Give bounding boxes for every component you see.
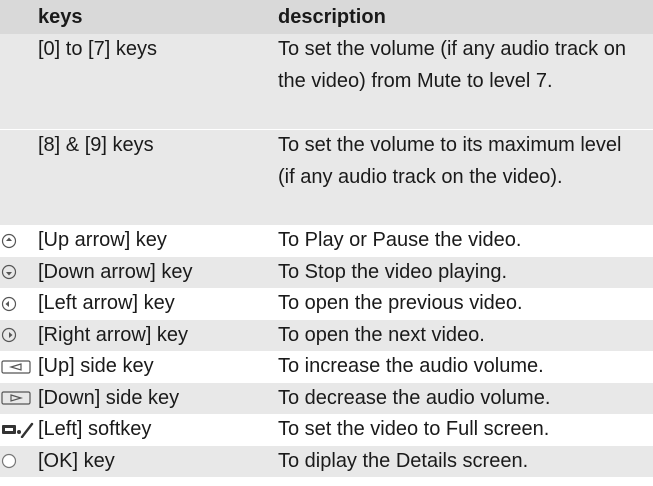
table-row: [0] to [7] keys To set the volume (if an…: [0, 34, 653, 130]
table-row: [8] & [9] keys To set the volume to its …: [0, 129, 653, 225]
table-row: [Left] softkey To set the video to Full …: [0, 414, 653, 446]
header-description: description: [278, 0, 653, 34]
table-row: [Up] side key To increase the audio volu…: [0, 351, 653, 383]
key-cell: [Left] softkey: [38, 414, 278, 446]
description-cell: To set the video to Full screen.: [278, 414, 653, 446]
header-icon-cell: [0, 0, 38, 34]
key-cell: [Up] side key: [38, 351, 278, 383]
key-cell: [Down arrow] key: [38, 256, 278, 288]
description-cell: To open the previous video.: [278, 288, 653, 320]
key-cell: [8] & [9] keys: [38, 129, 278, 225]
icon-cell: [0, 351, 38, 383]
table-row: [Up arrow] key To Play or Pause the vide…: [0, 225, 653, 257]
description-cell: To open the next video.: [278, 319, 653, 351]
keys-table: keys description [0] to [7] keys To set …: [0, 0, 653, 477]
icon-cell: [0, 382, 38, 414]
description-cell: To set the volume (if any audio track on…: [278, 34, 653, 130]
header-row: keys description: [0, 0, 653, 34]
table-row: [Right arrow] key To open the next video…: [0, 319, 653, 351]
table-row: [Down] side key To decrease the audio vo…: [0, 382, 653, 414]
left-softkey-icon: [2, 422, 34, 438]
description-cell: To Play or Pause the video.: [278, 225, 653, 257]
description-cell: To set the volume to its maximum level (…: [278, 129, 653, 225]
table-row: [Left arrow] key To open the previous vi…: [0, 288, 653, 320]
nav-down-icon: [1, 265, 17, 280]
side-up-key-icon: [1, 360, 31, 374]
key-cell: [Up arrow] key: [38, 225, 278, 257]
icon-cell: [0, 34, 38, 130]
icon-cell: [0, 225, 38, 257]
description-cell: To diplay the Details screen.: [278, 445, 653, 477]
description-cell: To increase the audio volume.: [278, 351, 653, 383]
nav-right-icon: [1, 328, 17, 343]
icon-cell: [0, 256, 38, 288]
icon-cell: [0, 319, 38, 351]
description-cell: To Stop the video playing.: [278, 256, 653, 288]
side-down-key-icon: [1, 391, 31, 405]
key-cell: [Right arrow] key: [38, 319, 278, 351]
key-cell: [0] to [7] keys: [38, 34, 278, 130]
header-keys: keys: [38, 0, 278, 34]
icon-cell: [0, 288, 38, 320]
table-row: [OK] key To diplay the Details screen.: [0, 445, 653, 477]
icon-cell: [0, 414, 38, 446]
key-cell: [OK] key: [38, 445, 278, 477]
table-row: [Down arrow] key To Stop the video playi…: [0, 256, 653, 288]
icon-cell: [0, 445, 38, 477]
key-cell: [Left arrow] key: [38, 288, 278, 320]
icon-cell: [0, 129, 38, 225]
key-cell: [Down] side key: [38, 382, 278, 414]
nav-left-icon: [1, 296, 17, 311]
description-cell: To decrease the audio volume.: [278, 382, 653, 414]
ok-key-icon: [1, 454, 17, 469]
nav-up-icon: [1, 233, 17, 248]
